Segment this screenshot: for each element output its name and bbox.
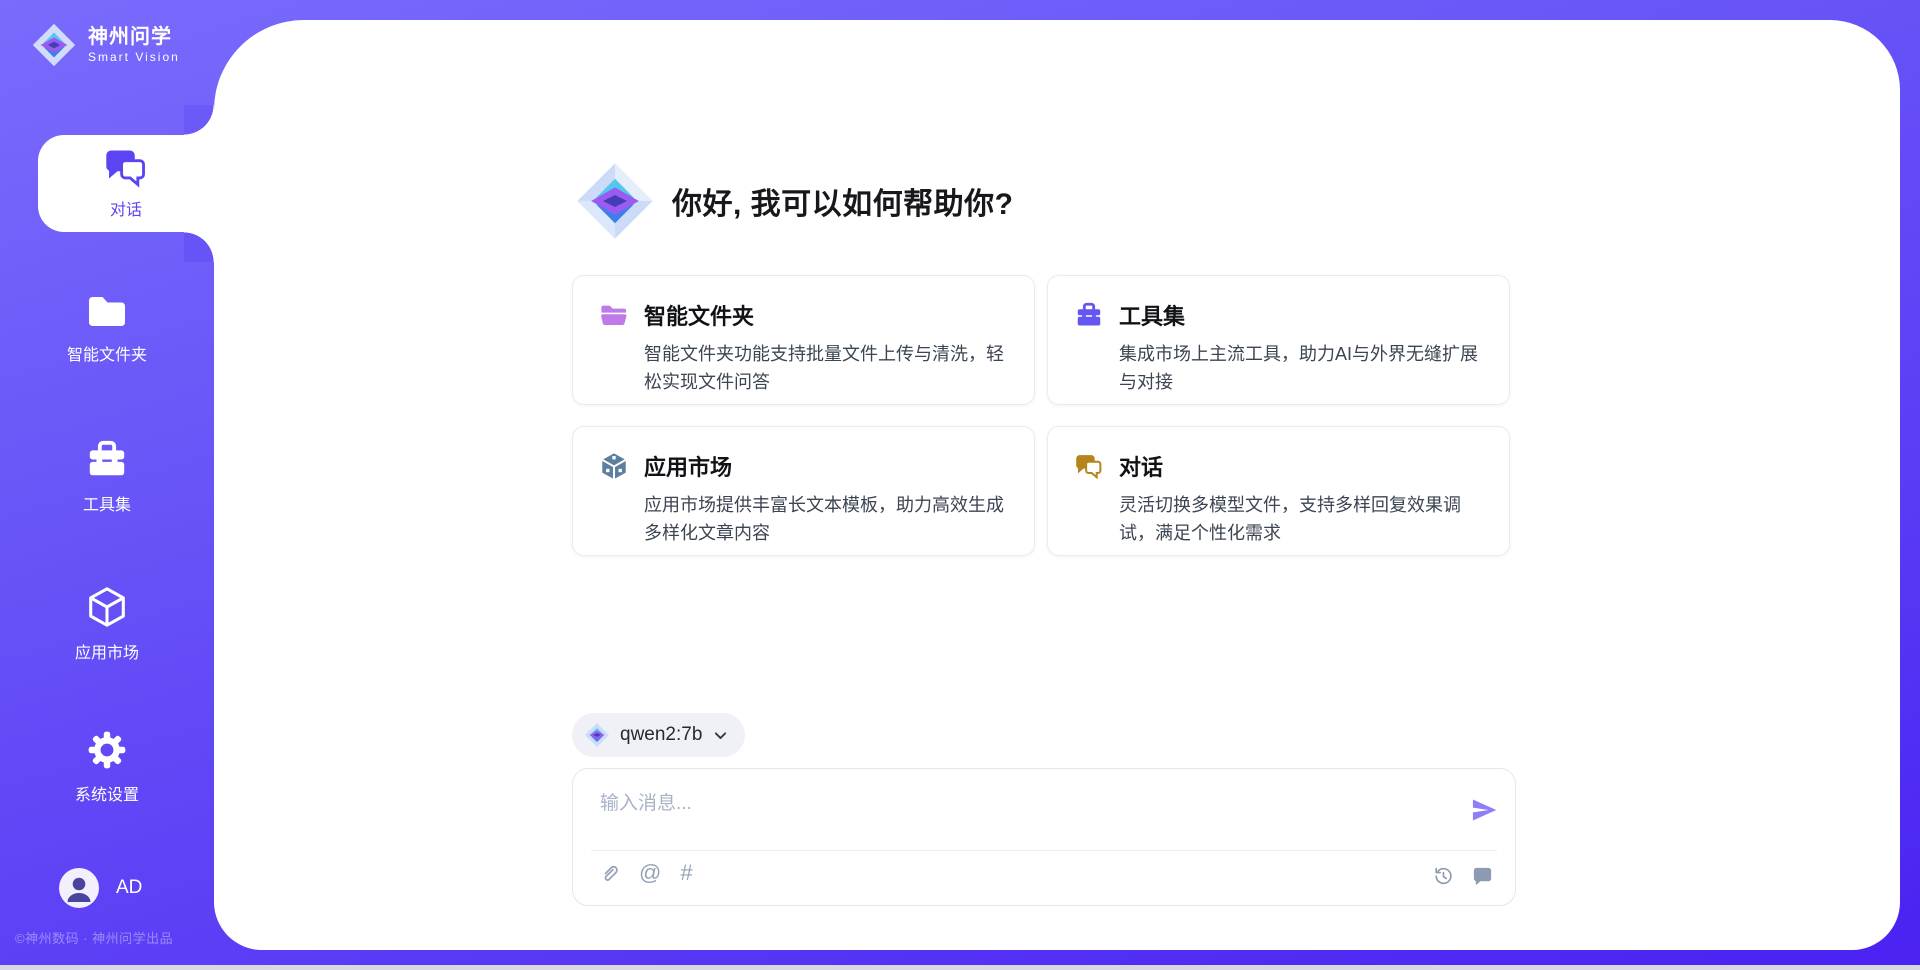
brand-subtitle: Smart Vision — [88, 51, 180, 65]
card-title: 智能文件夹 — [644, 299, 754, 331]
feature-card-chat[interactable]: 对话 灵活切换多模型文件，支持多样回复效果调试，满足个性化需求 — [1047, 426, 1510, 556]
sidebar-item-label: 工具集 — [83, 491, 131, 515]
user-account[interactable]: AD — [59, 868, 142, 908]
avatar[interactable] — [59, 868, 99, 908]
card-description: 应用市场提供丰富长文本模板，助力高效生成多样化文章内容 — [644, 491, 1010, 547]
chevron-down-icon — [712, 727, 729, 744]
brand-logo: 神州问学 Smart Vision — [31, 22, 180, 68]
sidebar-item-smart-folder[interactable]: 智能文件夹 — [0, 292, 214, 365]
message-composer: @ # — [572, 768, 1516, 906]
chat-bubble-icon — [1471, 864, 1494, 887]
brand-diamond-icon — [31, 22, 77, 68]
mention-button[interactable]: @ — [639, 862, 661, 884]
card-description: 集成市场上主流工具，助力AI与外界无缝扩展与对接 — [1119, 340, 1485, 396]
active-pill-bottom-fillet — [184, 232, 214, 262]
card-description: 灵活切换多模型文件，支持多样回复效果调试，满足个性化需求 — [1119, 491, 1485, 547]
card-title: 应用市场 — [644, 450, 732, 482]
folder-icon — [84, 292, 130, 332]
window-bottom-edge — [0, 965, 1920, 970]
message-input[interactable] — [598, 783, 1432, 825]
app-window: 神州问学 Smart Vision 对话 智能文件夹 — [0, 0, 1920, 970]
pixel-cube-icon — [599, 451, 629, 481]
feature-card-app-market[interactable]: 应用市场 应用市场提供丰富长文本模板，助力高效生成多样化文章内容 — [572, 426, 1035, 556]
sidebar-item-label: 系统设置 — [75, 781, 139, 805]
at-sign-icon: @ — [639, 860, 661, 885]
history-button[interactable] — [1432, 865, 1454, 887]
quick-reply-button[interactable] — [1471, 864, 1494, 887]
model-selector[interactable]: qwen2:7b — [572, 713, 745, 757]
chat-bubbles-icon — [1074, 453, 1104, 480]
toolbox-icon — [1074, 301, 1104, 330]
chat-bubbles-icon — [103, 147, 149, 189]
card-description: 智能文件夹功能支持批量文件上传与清洗，轻松实现文件问答 — [644, 340, 1010, 396]
hashtag-button[interactable]: # — [680, 862, 692, 884]
model-name: qwen2:7b — [620, 724, 702, 746]
feature-card-toolset[interactable]: 工具集 集成市场上主流工具，助力AI与外界无缝扩展与对接 — [1047, 275, 1510, 405]
active-pill-top-fillet — [184, 105, 214, 135]
gear-icon — [85, 728, 129, 772]
sidebar-item-app-market[interactable]: 应用市场 — [0, 584, 214, 663]
history-clock-icon — [1432, 865, 1454, 887]
open-folder-icon — [599, 301, 629, 329]
composer-divider — [591, 850, 1497, 851]
paperclip-icon — [598, 862, 620, 884]
toolbox-icon — [84, 438, 130, 482]
attach-button[interactable] — [598, 862, 620, 884]
greeting-title: 你好, 我可以如何帮助你? — [672, 179, 1014, 223]
sidebar-item-label: 应用市场 — [75, 639, 139, 663]
hashtag-icon: # — [680, 860, 692, 885]
greeting-diamond-icon — [574, 160, 656, 242]
sidebar-item-label: 智能文件夹 — [67, 341, 147, 365]
send-plane-icon — [1470, 796, 1498, 824]
model-diamond-icon — [584, 722, 610, 748]
card-title: 工具集 — [1119, 299, 1185, 331]
user-initials: AD — [116, 877, 142, 899]
sidebar-item-chat[interactable]: 对话 — [38, 135, 214, 232]
sidebar-item-settings[interactable]: 系统设置 — [0, 728, 214, 805]
copyright-text: ©神州数码 · 神州问学出品 — [15, 928, 215, 947]
cube-icon — [84, 584, 130, 630]
sidebar-item-toolset[interactable]: 工具集 — [0, 438, 214, 515]
card-title: 对话 — [1119, 450, 1163, 482]
feature-card-smart-folder[interactable]: 智能文件夹 智能文件夹功能支持批量文件上传与清洗，轻松实现文件问答 — [572, 275, 1035, 405]
sidebar-item-label: 对话 — [110, 196, 142, 220]
brand-name: 神州问学 — [88, 26, 180, 49]
send-button[interactable] — [1467, 793, 1501, 827]
greeting-block: 你好, 我可以如何帮助你? — [574, 160, 1014, 242]
